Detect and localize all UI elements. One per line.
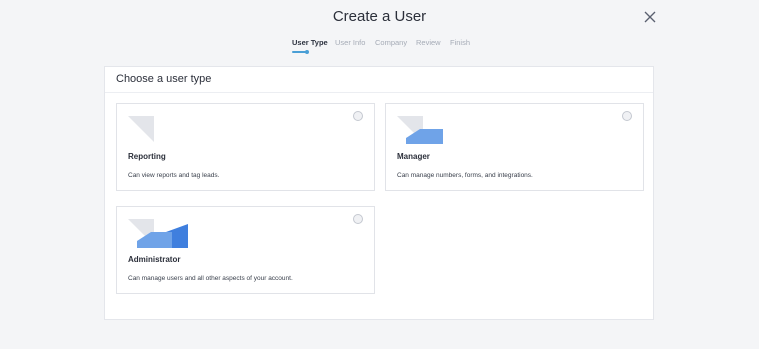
step-user-type[interactable]: User Type [292, 38, 328, 47]
section-title: Choose a user type [116, 73, 212, 85]
user-type-card-manager[interactable]: Manager Can manage numbers, forms, and i… [385, 103, 644, 191]
step-review[interactable]: Review [416, 38, 441, 47]
user-type-name: Manager [397, 152, 430, 161]
user-type-card-administrator[interactable]: Administrator Can manage users and all o… [116, 206, 375, 294]
stepper: User Type User Info Company Review Finis… [0, 38, 759, 58]
user-type-description: Can manage users and all other aspects o… [128, 275, 293, 282]
close-icon [644, 11, 656, 23]
section-divider [105, 92, 653, 93]
manager-radio[interactable] [622, 111, 632, 121]
reporting-illustration-icon [128, 116, 188, 146]
step-finish[interactable]: Finish [450, 38, 470, 47]
user-type-description: Can view reports and tag leads. [128, 172, 220, 179]
administrator-illustration-icon [128, 219, 190, 249]
close-button[interactable] [641, 8, 659, 26]
administrator-radio[interactable] [353, 214, 363, 224]
user-type-description: Can manage numbers, forms, and integrati… [397, 172, 533, 179]
manager-illustration-icon [397, 116, 457, 146]
active-step-indicator [292, 50, 309, 54]
user-type-panel: Choose a user type Reporting Can view re… [104, 66, 654, 320]
step-user-info[interactable]: User Info [335, 38, 365, 47]
user-type-name: Administrator [128, 255, 181, 264]
step-company[interactable]: Company [375, 38, 407, 47]
user-type-name: Reporting [128, 152, 166, 161]
reporting-radio[interactable] [353, 111, 363, 121]
user-type-card-reporting[interactable]: Reporting Can view reports and tag leads… [116, 103, 375, 191]
